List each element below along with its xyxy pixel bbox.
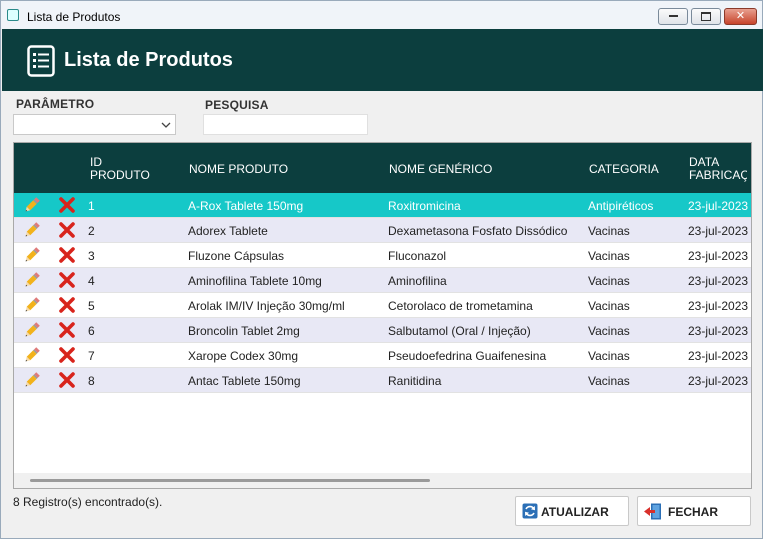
cell-data: 23-jul-2023 <box>688 349 749 363</box>
cell-id: 1 <box>88 199 95 213</box>
cell-categoria: Vacinas <box>588 349 630 363</box>
minimize-button[interactable] <box>658 8 688 25</box>
cell-nome: Fluzone Cápsulas <box>188 249 285 263</box>
table-row[interactable]: 6 Broncolin Tablet 2mg Salbutamol (Oral / … <box>14 318 751 343</box>
list-document-icon <box>27 45 55 77</box>
window-title: Lista de Produtos <box>27 10 121 24</box>
column-header-generico[interactable]: NOME GENÉRICO <box>389 163 492 176</box>
close-button-label: FECHAR <box>668 505 718 519</box>
cell-categoria: Vacinas <box>588 274 630 288</box>
delete-x-icon[interactable] <box>58 271 76 294</box>
pencil-edit-icon[interactable] <box>23 196 41 219</box>
cell-data: 23-jul-2023 <box>688 199 749 213</box>
delete-x-icon[interactable] <box>58 246 76 269</box>
table-row[interactable]: 5 Arolak IM/IV Injeção 30mg/ml Cetorolaco … <box>14 293 751 318</box>
cell-nome: Adorex Tablete <box>188 224 268 238</box>
column-header-nome[interactable]: NOME PRODUTO <box>189 163 288 176</box>
cell-nome: A-Rox Tablete 150mg <box>188 199 304 213</box>
minimize-icon <box>668 15 678 18</box>
chevron-down-icon <box>161 122 171 128</box>
cell-data: 23-jul-2023 <box>688 249 749 263</box>
cell-categoria: Vacinas <box>588 224 630 238</box>
exit-door-icon <box>644 503 661 520</box>
pencil-edit-icon[interactable] <box>23 271 41 294</box>
table-header: ID PRODUTO NOME PRODUTO NOME GENÉRICO CA… <box>14 143 751 193</box>
cell-generico: Aminofilina <box>388 274 447 288</box>
column-header-data[interactable]: DATA FABRICAÇÃO <box>689 156 747 182</box>
page-header: Lista de Produtos <box>2 29 763 91</box>
cell-nome: Arolak IM/IV Injeção 30mg/ml <box>188 299 345 313</box>
refresh-button[interactable]: ATUALIZAR <box>515 496 629 526</box>
cell-id: 5 <box>88 299 95 313</box>
close-window-button[interactable]: ✕ <box>724 8 757 25</box>
cell-id: 4 <box>88 274 95 288</box>
page-title: Lista de Produtos <box>64 49 233 71</box>
pencil-edit-icon[interactable] <box>23 346 41 369</box>
cell-generico: Roxitromicina <box>388 199 461 213</box>
cell-generico: Dexametasona Fosfato Dissódico <box>388 224 568 238</box>
cell-nome: Xarope Codex 30mg <box>188 349 299 363</box>
cell-categoria: Vacinas <box>588 324 630 338</box>
cell-id: 3 <box>88 249 95 263</box>
cell-generico: Cetorolaco de trometamina <box>388 299 533 313</box>
close-icon: ✕ <box>735 10 746 22</box>
cell-nome: Antac Tablete 150mg <box>188 374 301 388</box>
cell-categoria: Vacinas <box>588 249 630 263</box>
cell-generico: Fluconazol <box>388 249 447 263</box>
cell-nome: Broncolin Tablet 2mg <box>188 324 300 338</box>
delete-x-icon[interactable] <box>58 296 76 319</box>
delete-x-icon[interactable] <box>58 346 76 369</box>
cell-id: 8 <box>88 374 95 388</box>
table-row[interactable]: 3 Fluzone Cápsulas Fluconazol Vacinas 23-jul… <box>14 243 751 268</box>
parameter-label: PARÂMETRO <box>16 97 95 111</box>
pencil-edit-icon[interactable] <box>23 296 41 319</box>
maximize-button[interactable] <box>691 8 721 25</box>
table-row[interactable]: 4 Aminofilina Tablete 10mg Aminofilina Vaci… <box>14 268 751 293</box>
scrollbar-thumb[interactable] <box>30 479 430 482</box>
pencil-edit-icon[interactable] <box>23 321 41 344</box>
cell-id: 2 <box>88 224 95 238</box>
table-row[interactable]: 7 Xarope Codex 30mg Pseudoefedrina Guaifen… <box>14 343 751 368</box>
cell-nome: Aminofilina Tablete 10mg <box>188 274 322 288</box>
delete-x-icon[interactable] <box>58 221 76 244</box>
cell-data: 23-jul-2023 <box>688 224 749 238</box>
cell-id: 7 <box>88 349 95 363</box>
status-text: 8 Registro(s) encontrado(s). <box>13 495 163 509</box>
app-icon <box>7 9 19 21</box>
pencil-edit-icon[interactable] <box>23 246 41 269</box>
cell-categoria: Vacinas <box>588 374 630 388</box>
table-row[interactable]: 1 A-Rox Tablete 150mg Roxitromicina Antipir… <box>14 193 751 218</box>
horizontal-scrollbar[interactable] <box>14 473 751 488</box>
app-window: Lista de Produtos ✕ Lista de Produtos PA… <box>0 0 763 539</box>
column-header-id[interactable]: ID PRODUTO <box>90 156 160 182</box>
parameter-select[interactable] <box>13 114 176 135</box>
refresh-icon <box>522 503 538 519</box>
cell-categoria: Antipiréticos <box>588 199 654 213</box>
cell-generico: Salbutamol (Oral / Injeção) <box>388 324 531 338</box>
delete-x-icon[interactable] <box>58 321 76 344</box>
cell-data: 23-jul-2023 <box>688 324 749 338</box>
cell-generico: Ranitidina <box>388 374 442 388</box>
refresh-button-label: ATUALIZAR <box>541 505 609 519</box>
table-row[interactable]: 2 Adorex Tablete Dexametasona Fosfato Diss… <box>14 218 751 243</box>
cell-id: 6 <box>88 324 95 338</box>
cell-generico: Pseudoefedrina Guaifenesina <box>388 349 547 363</box>
delete-x-icon[interactable] <box>58 196 76 219</box>
column-header-categoria[interactable]: CATEGORIA <box>589 163 659 176</box>
cell-data: 23-jul-2023 <box>688 274 749 288</box>
cell-categoria: Vacinas <box>588 299 630 313</box>
pencil-edit-icon[interactable] <box>23 371 41 394</box>
table-body: 1 A-Rox Tablete 150mg Roxitromicina Antipir… <box>14 193 751 393</box>
products-table: ID PRODUTO NOME PRODUTO NOME GENÉRICO CA… <box>13 142 752 489</box>
table-row[interactable]: 8 Antac Tablete 150mg Ranitidina Vacinas 23-… <box>14 368 751 393</box>
window-titlebar[interactable]: Lista de Produtos ✕ <box>1 1 762 29</box>
cell-data: 23-jul-2023 <box>688 299 749 313</box>
maximize-icon <box>701 11 711 21</box>
pencil-edit-icon[interactable] <box>23 221 41 244</box>
cell-data: 23-jul-2023 <box>688 374 749 388</box>
search-input[interactable] <box>203 114 368 135</box>
delete-x-icon[interactable] <box>58 371 76 394</box>
search-label: PESQUISA <box>205 98 269 112</box>
close-button[interactable]: FECHAR <box>637 496 751 526</box>
